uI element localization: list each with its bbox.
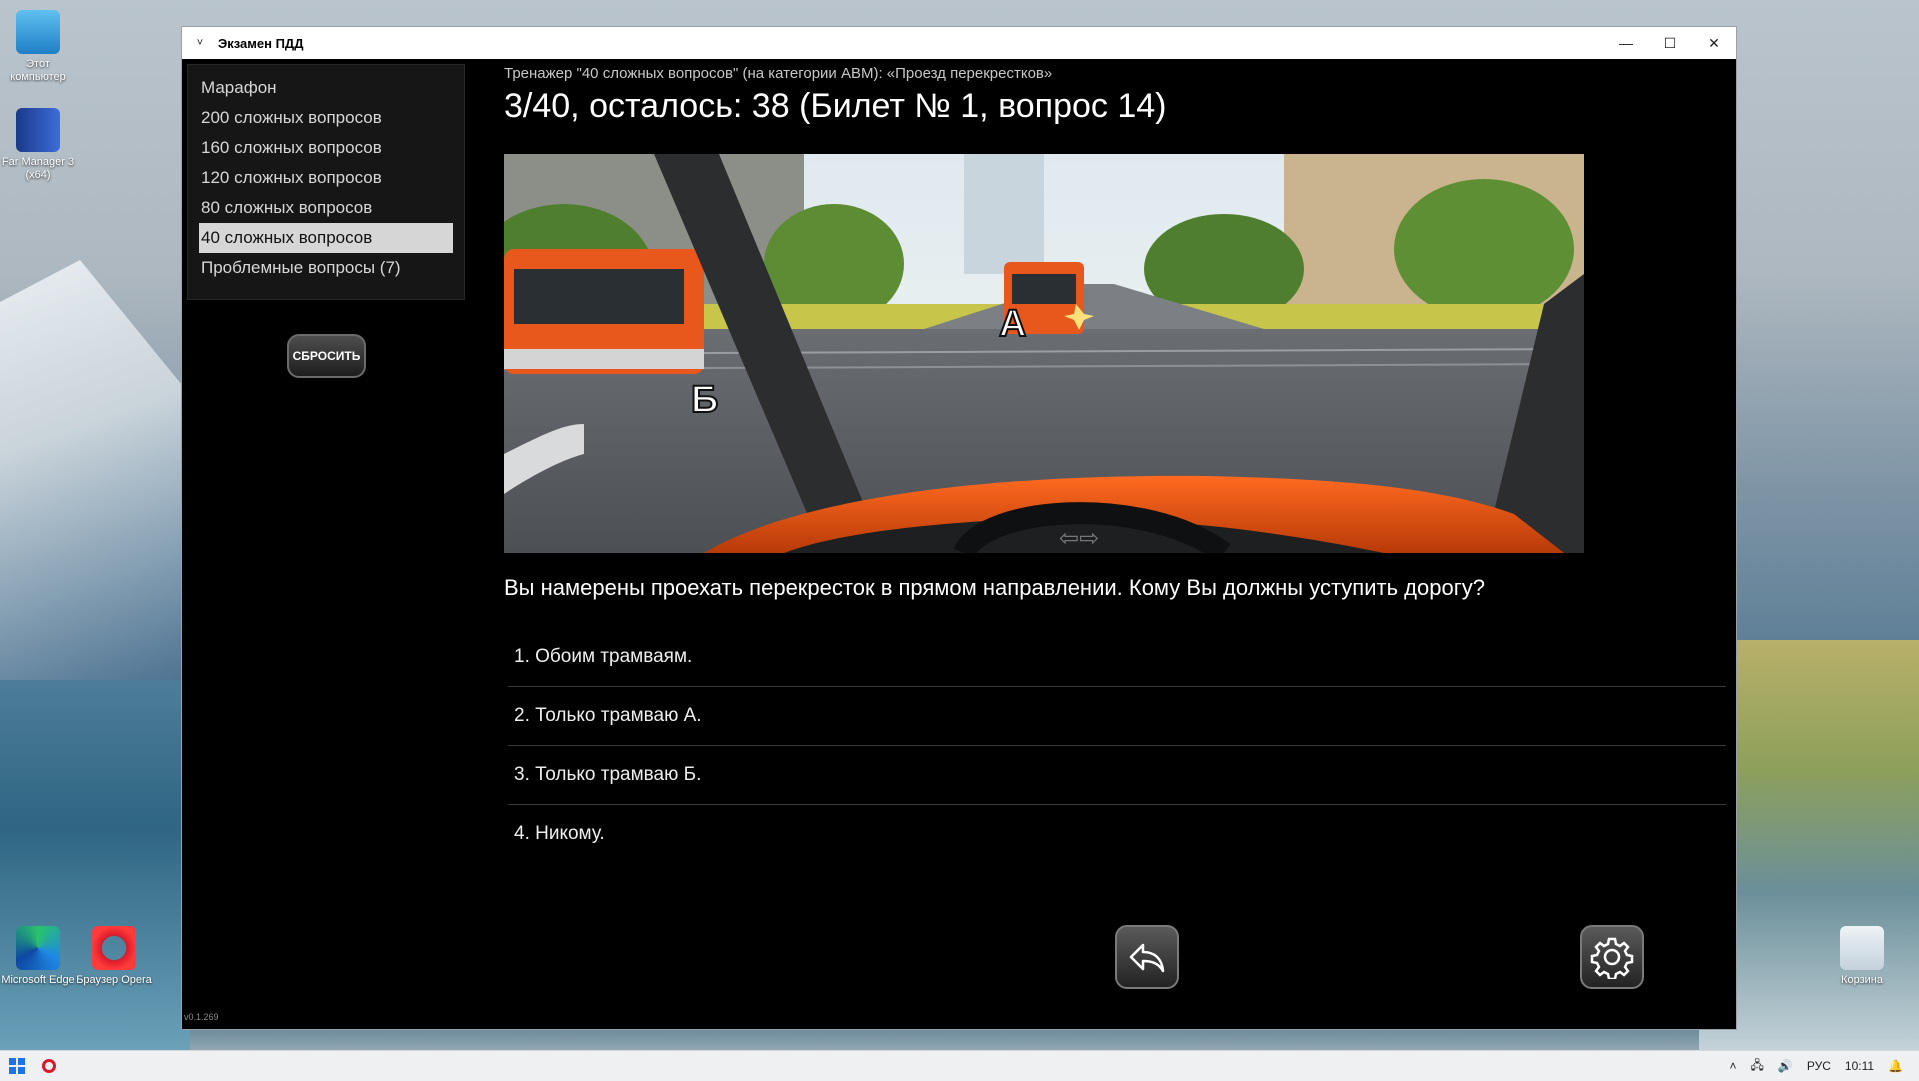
mode-item-marathon[interactable]: Марафон xyxy=(199,73,453,103)
intersection-illustration: А Б ⇦⇨ xyxy=(504,154,1584,553)
desktop-icon-label: Microsoft Edge xyxy=(1,974,75,986)
title-bar[interactable]: ˅ Экзамен ПДД — ☐ ✕ xyxy=(182,27,1736,59)
window-title: Экзамен ПДД xyxy=(218,35,304,51)
desktop-icon-recycle-bin[interactable]: Корзина xyxy=(1822,926,1902,987)
opera-icon xyxy=(92,926,136,970)
close-button[interactable]: ✕ xyxy=(1692,27,1736,59)
system-tray: ˄ 🖧 🔊 РУС 10:11 🔔 xyxy=(1730,1056,1919,1077)
answer-list: 1. Обоим трамваям. 2. Только трамваю А. … xyxy=(508,628,1726,863)
back-arrow-icon xyxy=(1129,943,1165,973)
mode-item-160[interactable]: 160 сложных вопросов xyxy=(199,133,453,163)
question-image: А Б ⇦⇨ xyxy=(504,154,1584,553)
minimize-button[interactable]: — xyxy=(1604,27,1648,59)
desktop-icon-far-manager[interactable]: Far Manager 3 (x64) xyxy=(0,108,78,182)
wallpaper-mountain xyxy=(0,260,200,680)
start-button[interactable] xyxy=(0,1058,34,1074)
taskbar: ˄ 🖧 🔊 РУС 10:11 🔔 xyxy=(0,1050,1919,1081)
mode-item-80[interactable]: 80 сложных вопросов xyxy=(199,193,453,223)
trainer-subtitle: Тренажер "40 сложных вопросов" (на катег… xyxy=(504,65,1053,82)
question-counter: 3/40, осталось: 38 (Билет № 1, вопрос 14… xyxy=(504,87,1167,125)
mode-item-120[interactable]: 120 сложных вопросов xyxy=(199,163,453,193)
answer-option-4[interactable]: 4. Никому. xyxy=(508,805,1726,863)
settings-button[interactable] xyxy=(1580,925,1644,989)
opera-icon xyxy=(42,1059,56,1073)
clock[interactable]: 10:11 xyxy=(1845,1059,1874,1073)
answer-option-1[interactable]: 1. Обоим трамваям. xyxy=(508,628,1726,687)
far-manager-icon xyxy=(16,108,60,152)
tray-expand-icon[interactable]: ˄ xyxy=(1730,1059,1737,1073)
wallpaper-lake xyxy=(0,680,190,1050)
computer-icon xyxy=(16,10,60,54)
app-version: v0.1.269 xyxy=(184,1012,219,1022)
taskbar-opera[interactable] xyxy=(34,1059,64,1073)
desktop-icon-this-pc[interactable]: Этот компьютер xyxy=(0,10,78,84)
answer-option-3[interactable]: 3. Только трамваю Б. xyxy=(508,746,1726,805)
windows-logo-icon xyxy=(9,1058,25,1074)
back-button[interactable] xyxy=(1115,925,1179,989)
question-text: Вы намерены проехать перекресток в прямо… xyxy=(504,575,1485,600)
app-window: ˅ Экзамен ПДД — ☐ ✕ Марафон 200 сложных … xyxy=(181,26,1737,1030)
desktop-icon-label: Корзина xyxy=(1841,974,1883,986)
network-icon[interactable]: 🖧 xyxy=(1751,1056,1764,1077)
building-center xyxy=(964,154,1044,274)
language-indicator[interactable]: РУС xyxy=(1807,1059,1831,1073)
window-menu-button[interactable]: ˅ xyxy=(182,37,218,49)
gear-icon xyxy=(1590,937,1634,979)
desktop-icon-label: Этот компьютер xyxy=(10,58,66,83)
label-b: Б xyxy=(691,379,718,421)
mode-item-problem[interactable]: Проблемные вопросы (7) xyxy=(199,253,453,283)
reset-button[interactable]: СБРОСИТЬ xyxy=(287,334,366,378)
label-a: А xyxy=(999,303,1026,345)
mode-list: Марафон 200 сложных вопросов 160 сложных… xyxy=(187,64,465,300)
mode-item-200[interactable]: 200 сложных вопросов xyxy=(199,103,453,133)
edge-icon xyxy=(16,926,60,970)
answer-option-2[interactable]: 2. Только трамваю А. xyxy=(508,687,1726,746)
desktop-icon-opera[interactable]: Браузер Opera xyxy=(74,926,154,987)
maximize-button[interactable]: ☐ xyxy=(1648,27,1692,59)
desktop-icon-edge[interactable]: Microsoft Edge xyxy=(0,926,78,987)
mode-item-40[interactable]: 40 сложных вопросов xyxy=(199,223,453,253)
recycle-bin-icon xyxy=(1840,926,1884,970)
desktop-icon-label: Far Manager 3 (x64) xyxy=(1,156,75,181)
desktop-icon-label: Браузер Opera xyxy=(76,974,152,986)
volume-icon[interactable]: 🔊 xyxy=(1778,1059,1793,1073)
turn-signal-icon: ⇦⇨ xyxy=(1059,524,1099,552)
notification-icon[interactable]: 🔔 xyxy=(1888,1059,1903,1073)
